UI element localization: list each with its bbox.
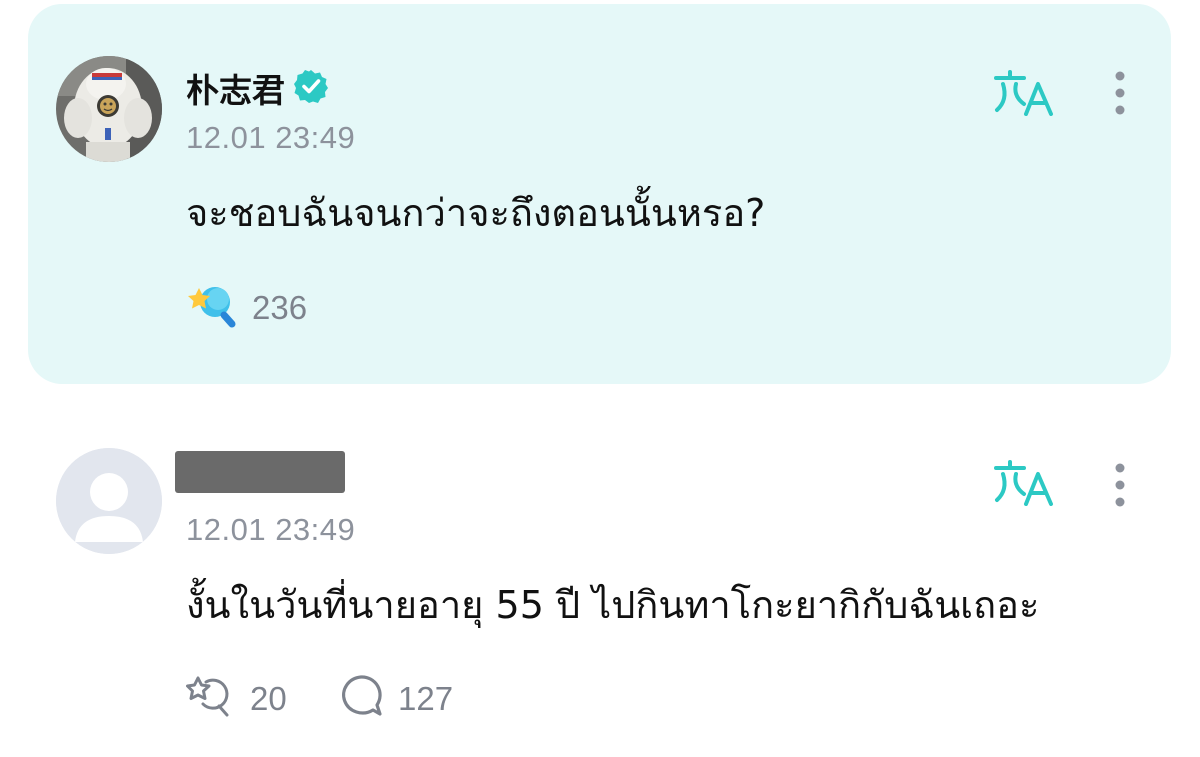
author-name[interactable]: 朴志君: [186, 64, 285, 112]
artist-name-row: 朴志君: [186, 64, 329, 112]
post-reaction-stat[interactable]: 236: [186, 282, 307, 333]
more-vertical-icon[interactable]: [1106, 462, 1134, 508]
comment-reaction-count: 20: [250, 679, 287, 717]
commenter-name-redacted[interactable]: [175, 451, 345, 493]
post-text: จะชอบฉันจนกว่าจะถึงตอนนั้นหรอ?: [186, 191, 766, 235]
commenter-avatar[interactable]: [56, 448, 162, 554]
comment-reply-stat[interactable]: 127: [338, 673, 453, 724]
comment-reaction-stat[interactable]: 20: [186, 673, 287, 724]
artist-avatar[interactable]: [56, 56, 162, 162]
comment-bubble-icon[interactable]: [338, 673, 384, 724]
comment-text: งั้นในวันที่นายอายุ 55 ปี ไปกินทาโกะยากิ…: [186, 583, 1040, 627]
reply-count: 127: [398, 679, 454, 717]
reaction-count: 236: [252, 288, 308, 326]
translate-icon[interactable]: [992, 68, 1056, 118]
comment-timestamp: 12.01 23:49: [186, 512, 356, 547]
community-feed: 朴志君 12.01 23:49 จะชอบฉันจนกว่าจะถึงตอนนั…: [0, 0, 1200, 757]
verified-badge-icon: [293, 68, 329, 109]
reaction-outline-icon[interactable]: [186, 673, 236, 724]
translate-icon[interactable]: [992, 458, 1056, 508]
reaction-star-icon[interactable]: [186, 282, 238, 333]
more-vertical-icon[interactable]: [1106, 70, 1134, 116]
post-timestamp: 12.01 23:49: [186, 120, 356, 155]
